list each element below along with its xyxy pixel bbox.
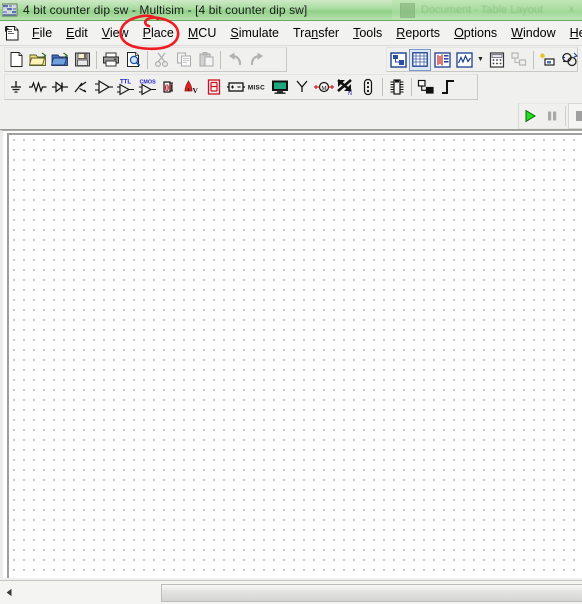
schematic-canvas[interactable] (9, 135, 582, 578)
toolbar-separator (382, 78, 383, 96)
multisim-window: 4 bit counter dip sw - Multisim - [4 bit… (0, 0, 582, 604)
place-power-button[interactable] (225, 76, 247, 98)
toolbar-separator (565, 106, 566, 126)
components-toolbar: TTL CMOS 01 V MISC M N (4, 74, 478, 100)
menu-window[interactable]: Window (504, 23, 562, 43)
view-toolbar: ▼ (386, 47, 581, 72)
title-bar: 4 bit counter dip sw - Multisim - [4 bit… (0, 0, 582, 21)
place-misc-digital-button[interactable]: 01 (159, 76, 181, 98)
svg-text:N: N (348, 91, 352, 96)
print-preview-button[interactable] (122, 49, 144, 71)
ghost-window-title: Document - Table Layout (421, 4, 544, 16)
new-subcircuit-button[interactable] (537, 49, 559, 71)
menu-file[interactable]: File (25, 23, 59, 43)
svg-text:M: M (321, 86, 327, 92)
svg-text:MISC: MISC (248, 85, 265, 92)
scrollbar-track[interactable] (18, 583, 582, 602)
standard-toolbar (4, 47, 287, 72)
place-bus-button[interactable] (437, 76, 459, 98)
new-file-button[interactable] (5, 49, 27, 71)
place-mixed-button[interactable]: V (181, 76, 203, 98)
hierarchy-button[interactable] (508, 49, 530, 71)
toolbar-separator (220, 50, 221, 69)
print-button[interactable] (100, 49, 122, 71)
menu-bar: File Edit View Place MCU Simulate Transfer Tool… (0, 21, 582, 46)
place-advanced-periph-button[interactable] (269, 76, 291, 98)
place-indicator-button[interactable] (203, 76, 225, 98)
menu-simulate[interactable]: Simulate (223, 23, 286, 43)
document-system-icon[interactable] (4, 25, 21, 42)
grapher-button[interactable] (453, 49, 475, 71)
stop-simulation-button[interactable] (568, 103, 582, 129)
save-button[interactable] (71, 49, 93, 71)
horizontal-scrollbar[interactable] (0, 580, 582, 604)
pause-simulation-button[interactable] (541, 105, 563, 127)
triangle-left-icon[interactable] (0, 582, 18, 604)
menu-help[interactable]: Help (563, 23, 582, 43)
toolbar-separator (533, 50, 534, 69)
chevron-down-icon[interactable]: ▼ (475, 49, 486, 71)
place-transistor-button[interactable] (71, 76, 93, 98)
menu-view[interactable]: View (95, 23, 136, 43)
menu-tools[interactable]: Tools (346, 23, 389, 43)
menu-edit[interactable]: Edit (59, 23, 95, 43)
toolbar-separator (411, 78, 412, 96)
svg-text:V: V (193, 86, 199, 95)
redo-button[interactable] (246, 49, 268, 71)
toolbar-row-1: ▼ (0, 46, 582, 73)
place-ttl-button[interactable]: TTL (115, 76, 137, 98)
toolbar-row-3 (0, 101, 582, 130)
menu-transfer[interactable]: Transfer (286, 23, 346, 43)
copy-button[interactable] (173, 49, 195, 71)
open-file-button[interactable] (27, 49, 49, 71)
run-simulation-button[interactable] (519, 105, 541, 127)
place-connector-button[interactable] (357, 76, 379, 98)
place-cmos-button[interactable]: CMOS (137, 76, 159, 98)
toolbar-separator (96, 50, 97, 69)
ghost-close-icon: x (569, 4, 574, 15)
spreadsheet-view-button[interactable] (409, 48, 431, 71)
place-hierarchical-button[interactable] (415, 76, 437, 98)
scrollbar-thumb[interactable] (161, 583, 582, 602)
place-analog-button[interactable] (93, 76, 115, 98)
ghost-window-icon (400, 2, 415, 18)
place-mcu-button[interactable] (386, 76, 408, 98)
toolbar-row-2: TTL CMOS 01 V MISC M N (0, 73, 582, 101)
postprocessor-button[interactable] (486, 49, 508, 71)
menu-place[interactable]: Place (136, 23, 181, 43)
menu-mcu[interactable]: MCU (181, 23, 223, 43)
menu-options[interactable]: Options (447, 23, 504, 43)
open-sample-button[interactable] (49, 49, 71, 71)
svg-text:TTL: TTL (120, 80, 131, 86)
schematic-canvas-frame (0, 130, 582, 578)
background-window-ghost: Document - Table Layout x (392, 0, 582, 20)
paste-button[interactable] (195, 49, 217, 71)
toolbar-separator (147, 50, 148, 69)
sim-panel-button[interactable] (431, 49, 453, 71)
place-diode-button[interactable] (49, 76, 71, 98)
design-toolbox-button[interactable] (387, 49, 409, 71)
window-title: 4 bit counter dip sw - Multisim - [4 bit… (23, 3, 308, 17)
undo-button[interactable] (224, 49, 246, 71)
multisim-app-icon (1, 3, 18, 18)
place-basic-button[interactable] (27, 76, 49, 98)
simulation-toolbar (518, 103, 582, 129)
cut-button[interactable] (151, 49, 173, 71)
menu-reports[interactable]: Reports (389, 23, 447, 43)
bus-vector-connect-button[interactable] (559, 49, 581, 71)
place-misc-button[interactable]: MISC (247, 76, 269, 98)
place-rf-button[interactable] (291, 76, 313, 98)
place-ni-button[interactable]: N (335, 76, 357, 98)
place-electromech-button[interactable]: M (313, 76, 335, 98)
place-source-button[interactable] (5, 76, 27, 98)
